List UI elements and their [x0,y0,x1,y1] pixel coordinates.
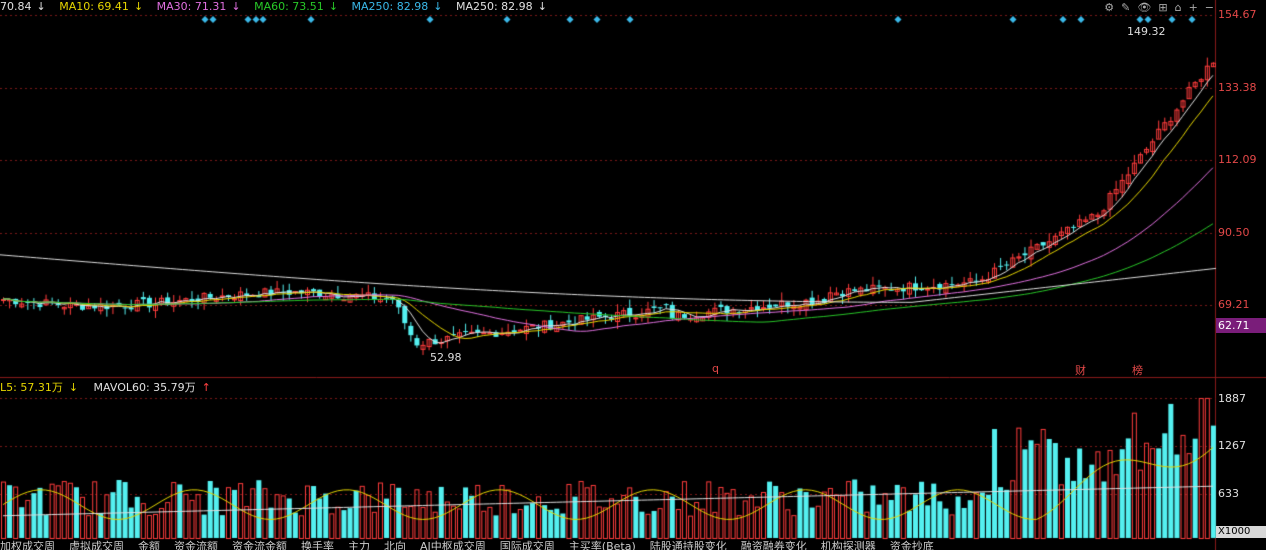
event-marker-q[interactable]: q [712,362,719,375]
tab-indicator[interactable]: 机构探测器 [821,540,876,550]
chart-toolbar: ⚙ ✎ 👁 ⊞ ⌂ + − [1104,1,1214,14]
tab-indicator[interactable]: 换手率 [301,540,334,550]
kline-chart-canvas[interactable] [0,0,1266,550]
settings-icon[interactable]: ⚙ [1104,1,1114,14]
ma250b-label: MA250: 82.98 ↓ [455,0,547,13]
tab-indicator[interactable]: 陆股通持股变化 [650,540,727,550]
low-price-annotation: 52.98 [430,351,462,364]
volume-tick: 1887 [1218,392,1246,405]
event-marker-ranking[interactable]: 榜 [1132,362,1143,378]
price-tick: 90.50 [1218,226,1250,239]
tab-indicator[interactable]: AI中枢成交周 [420,540,486,550]
indicator-tabs: 加权成交周 虚拟成交周 金额 资金流额 资金流金额 换手率 主力 北向 AI中枢… [0,540,1216,550]
tab-indicator[interactable]: 资金抄底 [890,540,934,550]
eye-icon[interactable]: 👁 [1137,1,1151,14]
ma-legend: 70.84 ↓ MA10: 69.41 ↓ MA30: 71.31 ↓ MA60: 7… [0,0,557,13]
ma5-label: 70.84 ↓ [0,0,46,13]
vol-ma5-label: L5: 57.31万 ↓ [0,381,79,394]
volume-tick: 1267 [1218,439,1246,452]
price-axis: 154.67 133.38 112.09 90.50 69.21 1887 12… [1216,0,1266,550]
volume-legend: L5: 57.31万 ↓ MAVOL60: 35.79万 ↑ [0,381,223,394]
tab-indicator[interactable]: 北向 [384,540,406,550]
volume-tick: 633 [1218,487,1239,500]
ma10-label: MA10: 69.41 ↓ [59,0,144,13]
price-tick: 69.21 [1218,298,1250,311]
ma30-label: MA30: 71.31 ↓ [156,0,241,13]
ma60-label: MA60: 73.51 ↓ [254,0,339,13]
price-tick: 112.09 [1218,153,1257,166]
ma250-label: MA250: 82.98 ↓ [351,0,443,13]
tab-indicator[interactable]: 主买率(Beta) [569,540,636,550]
price-tick: 154.67 [1218,8,1257,21]
tab-indicator[interactable]: 虚拟成交周 [69,540,124,550]
volume-unit-label: X1000 [1216,526,1266,538]
vol-ma60-label: MAVOL60: 35.79万 ↑ [93,381,211,394]
tab-indicator[interactable]: 融资融券变化 [741,540,807,550]
tab-indicator[interactable]: 资金流额 [174,540,218,550]
zoom-out-icon[interactable]: − [1205,1,1214,14]
price-tick: 133.38 [1218,81,1257,94]
zoom-in-icon[interactable]: + [1189,1,1198,14]
event-marker-finance[interactable]: 财 [1075,362,1086,378]
home-icon[interactable]: ⌂ [1175,1,1182,14]
high-price-annotation: 149.32 [1127,25,1166,38]
current-price-badge: 62.71 [1216,318,1266,333]
tab-indicator[interactable]: 资金流金额 [232,540,287,550]
tab-indicator[interactable]: 金额 [138,540,160,550]
grid-icon[interactable]: ⊞ [1158,1,1167,14]
pen-icon[interactable]: ✎ [1121,1,1130,14]
tab-indicator[interactable]: 加权成交周 [0,540,55,550]
tab-indicator[interactable]: 国际成交周 [500,540,555,550]
tab-indicator[interactable]: 主力 [348,540,370,550]
